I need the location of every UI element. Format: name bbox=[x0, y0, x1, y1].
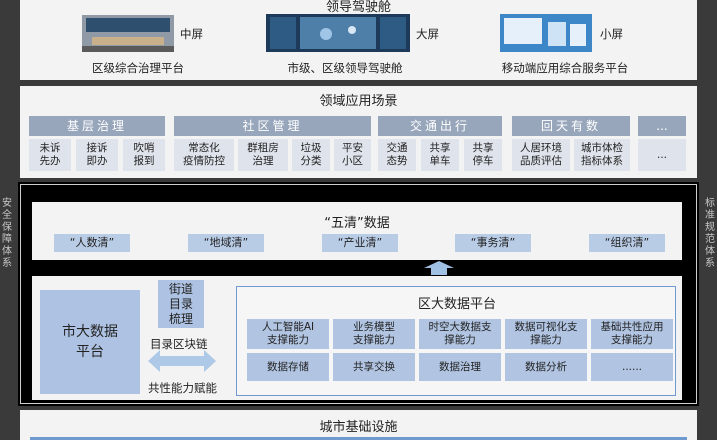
wuqing-tag-affairs: “事务清” bbox=[455, 234, 531, 252]
screen-image-small bbox=[500, 14, 592, 52]
screen-image-large bbox=[266, 14, 410, 52]
scene-header-grassroots: 基层治理 bbox=[29, 116, 165, 136]
street-catalog: 街道 目录 梳理 bbox=[158, 280, 204, 328]
screen-caption-large: 市级、区级领导驾驶舱 bbox=[287, 61, 403, 75]
scene-item: 共享 单车 bbox=[421, 139, 459, 171]
wuqing-tag-industry: “产业清” bbox=[322, 234, 398, 252]
scene-header-huitian: 回天有数 bbox=[512, 116, 630, 136]
screen-size-medium: 中屏 bbox=[180, 27, 203, 41]
scene-item: 交通 态势 bbox=[378, 139, 416, 171]
screen-image-medium bbox=[82, 15, 174, 52]
scene-item: 常态化 疫情防控 bbox=[174, 139, 234, 171]
infra-title: 城市基础设施 bbox=[319, 420, 398, 435]
wuqing-tag-region: “地域清” bbox=[188, 234, 264, 252]
scene-item: 人居环境 品质评估 bbox=[512, 139, 570, 171]
cockpit-panel: 领导驾驶舱 中屏 区级综合治理平台 大屏 市级、区级领导驾驶舱 小屏 移动端应用… bbox=[20, 0, 697, 80]
district-ability: 业务模型 支撑能力 bbox=[333, 319, 415, 349]
screen-size-small: 小屏 bbox=[600, 27, 623, 41]
district-function: 数据治理 bbox=[419, 353, 501, 381]
screen-caption-small: 移动端应用综合服务平台 bbox=[501, 61, 629, 75]
cockpit-title: 领导驾驶舱 bbox=[325, 0, 391, 15]
wuqing-tag-organization: “组织清” bbox=[589, 234, 665, 252]
up-arrow-icon bbox=[424, 261, 454, 275]
screen-caption-medium: 区级综合治理平台 bbox=[92, 61, 184, 75]
district-title: 区大数据平台 bbox=[417, 297, 496, 312]
scene-item: 吹哨 报到 bbox=[123, 139, 165, 171]
wuqing-panel: “五清”数据 “人数清” “地域清” “产业清” “事务清” “组织清” bbox=[32, 202, 682, 260]
scene-item: 接诉 即办 bbox=[76, 139, 118, 171]
platform-panel: 市大数据 平台 街道 目录 梳理 目录区块链 共性能力赋能 区大数据平台 人工智… bbox=[32, 276, 682, 400]
scene-item: ... bbox=[638, 139, 686, 171]
district-function: 数据分析 bbox=[505, 353, 587, 381]
scenes-panel: 领域应用场景 基层治理 未诉 先办 接诉 即办 吹哨 报到 社区管理 常态化 疫… bbox=[20, 86, 697, 178]
side-label-right: 标准规范体系 bbox=[705, 198, 715, 269]
screen-size-large: 大屏 bbox=[416, 27, 439, 41]
wuqing-title: “五清”数据 bbox=[324, 216, 390, 231]
district-function: ...... bbox=[591, 353, 673, 381]
district-function: 共享交换 bbox=[333, 353, 415, 381]
scene-item: 垃圾 分类 bbox=[292, 139, 330, 171]
infra-panel: 城市基础设施 bbox=[20, 410, 697, 440]
district-function: 数据存储 bbox=[247, 353, 329, 381]
wuqing-tag-population: “人数清” bbox=[54, 234, 130, 252]
district-ability: 人工智能AI 支撑能力 bbox=[247, 319, 329, 349]
scene-header-traffic: 交通出行 bbox=[378, 116, 502, 136]
scene-header-community: 社区管理 bbox=[174, 116, 371, 136]
district-ability: 时空大数据支 撑能力 bbox=[419, 319, 501, 349]
district-ability: 数据可视化支 撑能力 bbox=[505, 319, 587, 349]
scene-item: 平安 小区 bbox=[334, 139, 371, 171]
district-ability: 基础共性应用 支撑能力 bbox=[591, 319, 673, 349]
city-platform: 市大数据 平台 bbox=[40, 290, 140, 394]
scene-item: 群租房 治理 bbox=[238, 139, 288, 171]
scene-header-more: ... bbox=[638, 116, 686, 136]
scene-item: 城市体检 指标体系 bbox=[574, 139, 630, 171]
scene-item: 共享 停车 bbox=[464, 139, 502, 171]
side-label-left: 安全保障体系 bbox=[2, 198, 12, 269]
scene-item: 未诉 先办 bbox=[29, 139, 71, 171]
scenes-title: 领域应用场景 bbox=[319, 94, 398, 109]
shared-ability-label: 共性能力赋能 bbox=[148, 381, 217, 395]
district-platform: 区大数据平台 人工智能AI 支撑能力 业务模型 支撑能力 时空大数据支 撑能力 … bbox=[236, 286, 676, 396]
double-arrow-icon bbox=[148, 350, 216, 372]
